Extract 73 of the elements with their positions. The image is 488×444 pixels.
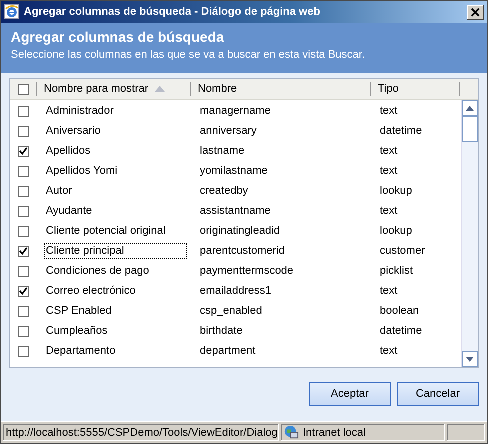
table-cell-text: Departamento: [45, 344, 117, 359]
table-cell-text: Ayudante: [45, 204, 94, 219]
table-cell-text: managername: [199, 104, 272, 119]
scroll-up-icon: [466, 106, 474, 110]
table-cell-text: Correo electrónico: [45, 284, 137, 299]
dialog-button[interactable]: Aceptar: [309, 382, 391, 406]
table-cell-text: paymenttermscode: [199, 264, 295, 279]
table-cell-text: datetime: [379, 324, 424, 339]
table-cell-text: text: [379, 144, 399, 159]
table-cell-text: originatingleadid: [199, 224, 282, 239]
status-panel: [447, 424, 485, 441]
table-cell-text: assistantname: [199, 204, 272, 219]
close-button[interactable]: [467, 4, 484, 20]
scrollbar[interactable]: [461, 100, 478, 367]
security-zone: Intranet local: [281, 424, 445, 441]
table-cell-text: text: [379, 204, 399, 219]
table-cell-text: createdby: [199, 184, 250, 199]
row-checkbox[interactable]: [18, 126, 28, 136]
dialog-button[interactable]: Cancelar: [397, 382, 479, 406]
row-checkbox[interactable]: [18, 146, 28, 156]
table-cell-text: customer: [379, 244, 426, 259]
select-all-checkbox[interactable]: [18, 84, 28, 94]
row-checkbox[interactable]: [18, 346, 28, 356]
table-cell-text: text: [379, 344, 399, 359]
row-checkbox[interactable]: [18, 246, 28, 256]
table-cell-text: department: [199, 344, 257, 359]
row-checkbox[interactable]: [18, 326, 28, 336]
column-header[interactable]: Tipo: [378, 83, 399, 95]
table-cell-text: text: [379, 104, 399, 119]
table-cell-text: Administrador: [45, 104, 115, 119]
dialog-description: Seleccione las columnas en las que se va a buscar en esta vista Buscar.: [11, 49, 366, 61]
scrollbar-thumb[interactable]: [462, 116, 478, 142]
table-cell-text: lookup: [379, 184, 414, 199]
table-cell: Cliente principal: [44, 243, 187, 259]
table-cell-text: parentcustomerid: [199, 244, 286, 259]
row-checkbox[interactable]: [18, 286, 28, 296]
row-checkbox[interactable]: [18, 206, 28, 216]
table-cell-text: Cumpleaños: [45, 324, 109, 339]
row-checkbox[interactable]: [18, 266, 28, 276]
row-checkbox[interactable]: [18, 166, 28, 176]
table-cell-text: Apellidos: [45, 144, 92, 159]
table-cell-text: lookup: [379, 224, 414, 239]
column-header[interactable]: Nombre: [198, 83, 238, 95]
table-cell-text: lastname: [199, 144, 246, 159]
table-cell-text: Aniversario: [45, 124, 102, 139]
dialog-heading: Agregar columnas de búsqueda: [11, 29, 226, 45]
table-cell-text: boolean: [379, 304, 420, 319]
row-checkbox[interactable]: [18, 226, 28, 236]
table-cell-text: birthdate: [199, 324, 244, 339]
window-title: Agregar columnas de búsqueda - Diálogo de página web: [24, 6, 322, 18]
table-cell-text: text: [379, 284, 399, 299]
row-checkbox[interactable]: [18, 106, 28, 116]
table-cell-text: Autor: [45, 184, 74, 199]
table-cell-text: Condiciones de pago: [45, 264, 150, 279]
table-cell-text: emailaddress1: [199, 284, 273, 299]
table-cell-text: Cliente potencial original: [45, 224, 167, 239]
close-icon: [471, 8, 480, 16]
table-cell-text: text: [379, 164, 399, 179]
table-cell-text: CSP Enabled: [45, 304, 113, 319]
status-url: http://localhost:5555/CSPDemo/Tools/ViewEditor/Dialog: [3, 424, 279, 441]
table-cell-text: anniversary: [199, 124, 258, 139]
table-cell-text: datetime: [379, 124, 424, 139]
browser-icon: [4, 4, 20, 20]
sort-ascending-icon: [154, 86, 165, 92]
column-header[interactable]: Nombre para mostrar: [44, 83, 149, 95]
table-cell-text: csp_enabled: [199, 304, 264, 319]
table-cell-text: yomilastname: [199, 164, 269, 179]
scroll-down-icon: [466, 356, 474, 362]
row-checkbox[interactable]: [18, 186, 28, 196]
row-checkbox[interactable]: [18, 306, 28, 316]
table-cell-text: picklist: [379, 264, 414, 279]
network-globe-icon: [284, 425, 299, 440]
table-cell-text: Apellidos Yomi: [45, 164, 119, 179]
